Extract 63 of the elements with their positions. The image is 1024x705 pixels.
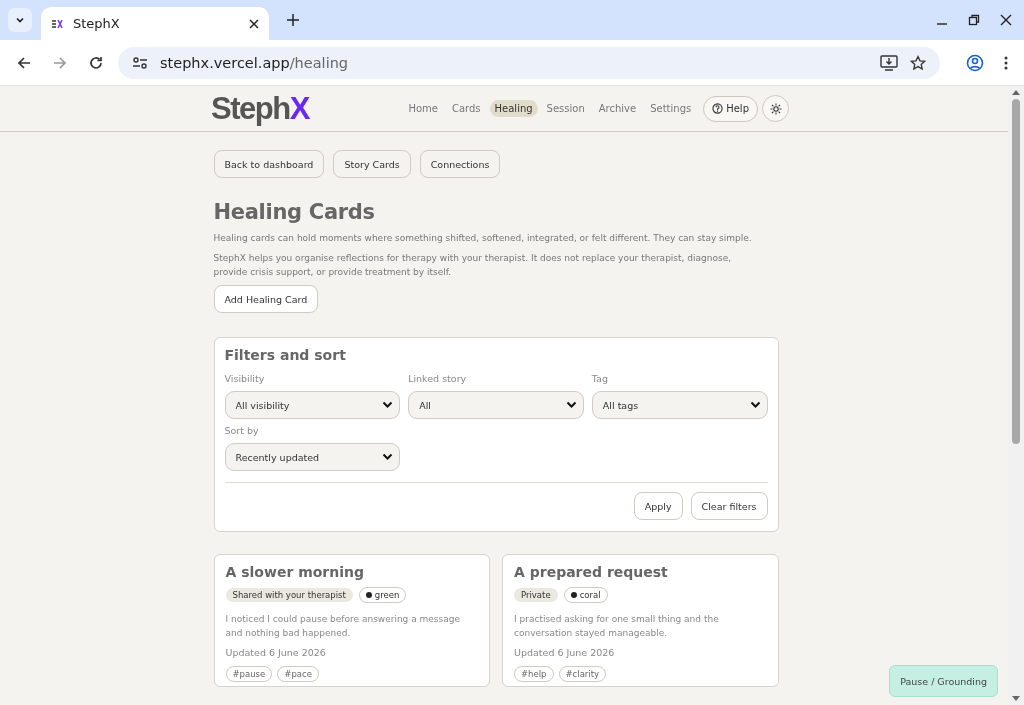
visibility-badge: Private bbox=[514, 588, 558, 602]
updated-date: Updated 6 June 2026 bbox=[225, 647, 327, 658]
nav-button[interactable]: Connections bbox=[419, 150, 501, 178]
nav-link[interactable]: Settings bbox=[645, 100, 697, 117]
dropdown[interactable]: All visibility bbox=[224, 391, 401, 419]
scrollbar[interactable] bbox=[1008, 86, 1024, 705]
filter-button[interactable]: Clear filters bbox=[690, 492, 768, 520]
help-icon[interactable] bbox=[712, 103, 724, 114]
scroll-up-icon[interactable] bbox=[1012, 89, 1020, 95]
nav-link[interactable]: Session bbox=[541, 100, 590, 117]
visibility-badge: Shared with your therapist bbox=[225, 588, 353, 602]
description-text: StephX helps you organise reflections for therapy with your therapist. It does not replace your therapist, diagnose, provide crisis support, or provide treatment by itself. bbox=[213, 252, 733, 279]
grounding-button[interactable]: Pause / Grounding bbox=[889, 665, 998, 697]
card-text: I practised asking for one small thing and the conversation stayed manageable. bbox=[514, 613, 720, 640]
theme-toggle-button[interactable] bbox=[762, 95, 789, 122]
section-title: Filters and sort bbox=[224, 347, 347, 363]
restore-icon[interactable] bbox=[968, 14, 980, 26]
chevron-down-icon[interactable] bbox=[15, 15, 25, 25]
nav-button[interactable]: Back to dashboard bbox=[213, 150, 325, 178]
nav-link[interactable]: Home bbox=[403, 100, 443, 117]
nav-link[interactable]: Cards bbox=[446, 100, 486, 117]
field-label: Tag bbox=[591, 373, 609, 384]
updated-date: Updated 6 June 2026 bbox=[514, 647, 616, 658]
browser-tab[interactable]: StephX bbox=[41, 7, 269, 40]
dropdown[interactable]: All tags bbox=[591, 391, 768, 419]
description-text: Healing cards can hold moments where something shifted, softened, integrated, or felt different. They can stay simple. bbox=[213, 232, 753, 245]
help-button[interactable]: Help bbox=[703, 95, 758, 122]
sun-icon[interactable] bbox=[769, 102, 782, 115]
dropdown[interactable]: All bbox=[408, 391, 584, 419]
chevron-down-icon[interactable] bbox=[749, 401, 761, 409]
field-label: Visibility bbox=[224, 373, 266, 384]
card-title: A slower morning bbox=[225, 564, 366, 580]
close-icon[interactable] bbox=[249, 18, 259, 29]
url-text: stephx.vercel.app/healing bbox=[160, 54, 349, 71]
forward-icon[interactable] bbox=[52, 54, 68, 71]
chevron-down-icon[interactable] bbox=[382, 453, 394, 461]
menu-icon[interactable] bbox=[1004, 55, 1008, 70]
profile-icon[interactable] bbox=[966, 53, 984, 72]
install-app-icon[interactable] bbox=[880, 54, 898, 71]
filter-button[interactable]: Apply bbox=[633, 492, 683, 520]
site-settings-icon[interactable] bbox=[132, 55, 148, 70]
tab-title: StephX bbox=[73, 16, 121, 31]
star-icon[interactable] bbox=[910, 54, 926, 71]
logo[interactable]: StephX bbox=[211, 90, 309, 127]
card-title: A prepared request bbox=[514, 564, 669, 580]
nav-link[interactable]: Archive bbox=[593, 100, 642, 117]
chevron-down-icon[interactable] bbox=[565, 401, 577, 409]
back-icon[interactable] bbox=[16, 54, 32, 71]
dropdown[interactable]: Recently updated bbox=[224, 443, 401, 471]
close-icon[interactable] bbox=[1000, 14, 1012, 26]
new-tab-icon[interactable] bbox=[287, 14, 299, 26]
chevron-down-icon[interactable] bbox=[382, 401, 394, 409]
nav-link[interactable]: Healing bbox=[489, 100, 538, 117]
address-bar[interactable]: stephx.vercel.app/healing bbox=[118, 46, 940, 79]
card-text: I noticed I could pause before answering a message and nothing bad happened. bbox=[225, 613, 461, 640]
scroll-down-icon[interactable] bbox=[1012, 696, 1020, 702]
field-label: Linked story bbox=[408, 373, 468, 384]
nav-button[interactable]: Story Cards bbox=[333, 150, 411, 178]
add-healing-card-button[interactable]: Add Healing Card bbox=[213, 285, 319, 313]
reload-icon[interactable] bbox=[88, 54, 104, 71]
site-logo-icon bbox=[51, 18, 63, 29]
field-label: Sort by bbox=[224, 425, 260, 436]
page-title: Healing Cards bbox=[213, 200, 376, 224]
